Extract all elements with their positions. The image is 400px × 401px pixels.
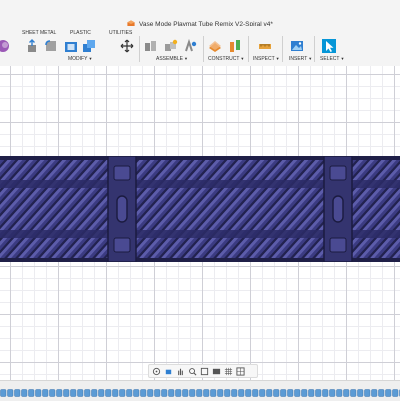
timeline-track[interactable] <box>0 389 400 397</box>
separator <box>203 36 204 62</box>
chevron-down-icon: ▼ <box>183 56 188 61</box>
assemble-menu[interactable]: ASSEMBLE▼ <box>156 56 188 62</box>
inspect-menu[interactable]: INSPECT▼ <box>253 56 280 62</box>
navigation-bar <box>148 364 258 378</box>
as-built-joint-icon[interactable] <box>184 39 198 53</box>
chevron-down-icon: ▼ <box>340 56 345 61</box>
spiral-tube-model[interactable] <box>0 156 400 262</box>
fillet-icon[interactable] <box>44 39 58 53</box>
create-form-icon[interactable] <box>0 39 10 53</box>
offset-plane-icon[interactable] <box>208 39 222 53</box>
display-settings-icon[interactable] <box>212 367 221 376</box>
pan-icon[interactable] <box>176 367 185 376</box>
joint-icon[interactable] <box>164 39 178 53</box>
separator <box>314 36 315 62</box>
viewports-icon[interactable] <box>236 366 245 376</box>
midplane-icon[interactable] <box>228 39 242 53</box>
measure-icon[interactable] <box>258 39 272 53</box>
insert-image-icon[interactable] <box>290 39 304 53</box>
insert-menu[interactable]: INSERT▼ <box>289 56 312 62</box>
inspect-label: INSPECT <box>253 56 275 62</box>
press-pull-icon[interactable] <box>26 39 40 53</box>
tab-utilities[interactable]: UTILITIES <box>109 30 132 36</box>
construct-label: CONSTRUCT <box>208 56 240 62</box>
modify-label: MODIFY <box>68 56 88 62</box>
fit-icon[interactable] <box>200 367 209 376</box>
zoom-icon[interactable] <box>188 367 197 376</box>
separator <box>139 36 140 62</box>
chevron-down-icon: ▼ <box>88 56 93 61</box>
grid-settings-icon[interactable] <box>224 367 233 376</box>
separator <box>282 36 283 62</box>
design-timeline <box>0 380 400 401</box>
shell-icon[interactable] <box>64 39 78 53</box>
title-bar: Vase Mode Playmat Tube Remix V2-Spiral v… <box>0 0 400 28</box>
insert-label: INSERT <box>289 56 308 62</box>
construct-menu[interactable]: CONSTRUCT▼ <box>208 56 244 62</box>
combine-icon[interactable] <box>82 39 96 53</box>
modify-menu[interactable]: MODIFY▼ <box>68 56 92 62</box>
select-menu[interactable]: SELECT▼ <box>320 56 344 62</box>
tab-sheet-metal[interactable]: SHEET METAL <box>22 30 56 36</box>
chevron-down-icon: ▼ <box>240 56 245 61</box>
assemble-label: ASSEMBLE <box>156 56 183 62</box>
separator <box>248 36 249 62</box>
ribbon-toolbar: SHEET METAL PLASTIC UTILITIES MODIFY▼ AS… <box>0 26 400 67</box>
chevron-down-icon: ▼ <box>308 56 313 61</box>
viewport-canvas[interactable] <box>0 66 400 380</box>
tab-plastic[interactable]: PLASTIC <box>70 30 91 36</box>
select-label: SELECT <box>320 56 340 62</box>
move-icon[interactable] <box>120 39 134 53</box>
orbit-icon[interactable] <box>152 367 161 376</box>
chevron-down-icon: ▼ <box>275 56 280 61</box>
look-at-icon[interactable] <box>164 367 173 376</box>
new-component-icon[interactable] <box>144 39 158 53</box>
select-cursor-icon[interactable] <box>322 39 336 53</box>
